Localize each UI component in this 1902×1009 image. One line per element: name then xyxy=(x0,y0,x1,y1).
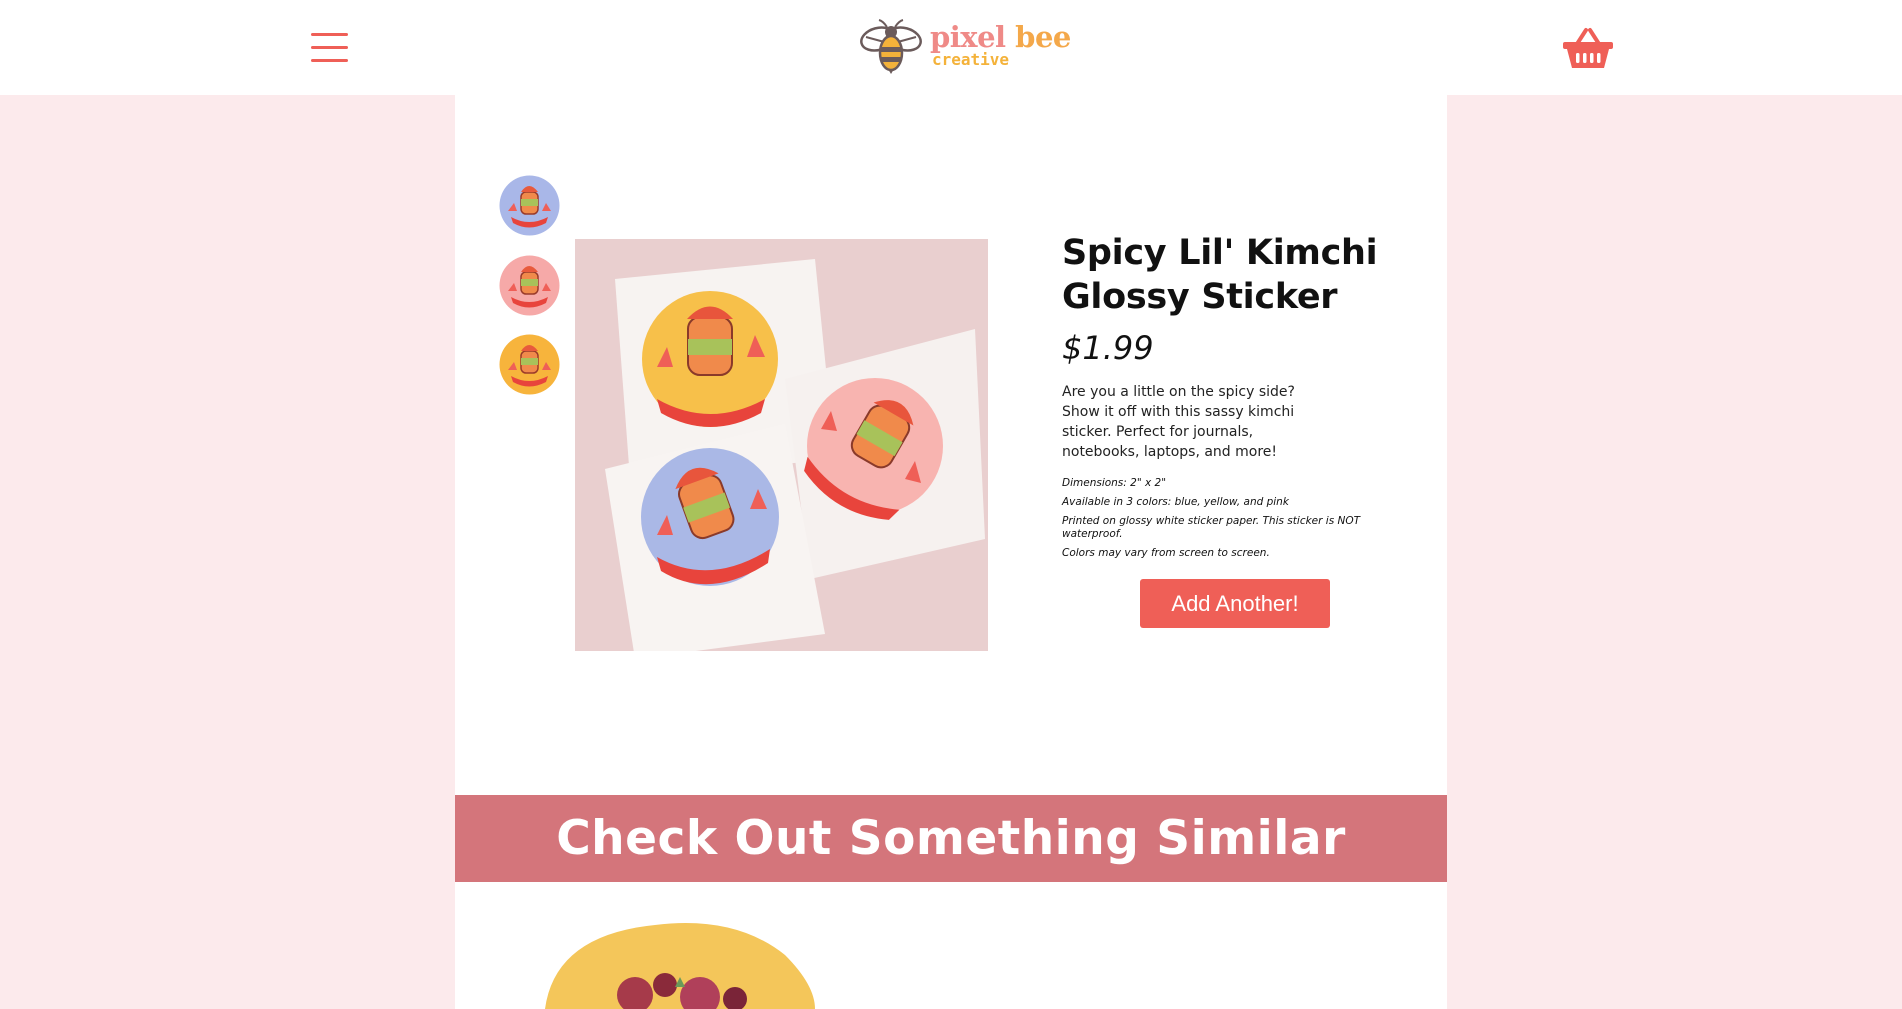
logo-word-pixel: pixel xyxy=(930,20,1006,54)
spec-disclaimer: Colors may vary from screen to screen. xyxy=(1062,547,1270,559)
product-main-image[interactable] xyxy=(575,239,988,651)
logo-subtitle: creative xyxy=(932,50,1010,69)
product-specs: Dimensions: 2" x 2" Available in 3 color… xyxy=(1062,477,1372,560)
similar-product-preview[interactable] xyxy=(535,915,855,1009)
product-description: Are you a little on the spicy side? Show… xyxy=(1062,384,1295,460)
product-info: Spicy Lil' Kimchi Glossy Sticker $1.99 A… xyxy=(1062,231,1402,566)
menu-line xyxy=(311,59,348,62)
product-title: Spicy Lil' Kimchi Glossy Sticker xyxy=(1062,233,1378,317)
top-bar: pixel bee creative xyxy=(0,0,1902,95)
thumbnail-pink[interactable] xyxy=(499,255,560,316)
product-price: $1.99 xyxy=(1062,329,1154,367)
thumbnail-blue[interactable] xyxy=(499,175,560,236)
logo-name: pixel bee xyxy=(930,21,1071,53)
menu-line xyxy=(311,33,348,36)
bee-icon xyxy=(860,19,922,74)
brand-logo[interactable]: pixel bee creative xyxy=(858,17,1071,75)
thumbnail-yellow[interactable] xyxy=(499,334,560,395)
similar-heading: Check Out Something Similar xyxy=(556,811,1346,866)
product-page: Spicy Lil' Kimchi Glossy Sticker $1.99 A… xyxy=(455,95,1447,1009)
spec-dimensions: Dimensions: 2" x 2" xyxy=(1062,477,1167,489)
add-another-button[interactable]: Add Another! xyxy=(1140,579,1330,628)
spec-colors: Available in 3 colors: blue, yellow, and… xyxy=(1062,496,1289,508)
logo-word-bee: bee xyxy=(1015,20,1071,54)
menu-line xyxy=(311,46,348,49)
basket-icon[interactable] xyxy=(1562,26,1614,70)
similar-banner: Check Out Something Similar xyxy=(455,795,1447,882)
spec-material: Printed on glossy white sticker paper. T… xyxy=(1062,515,1361,540)
hamburger-menu-icon[interactable] xyxy=(311,33,348,63)
